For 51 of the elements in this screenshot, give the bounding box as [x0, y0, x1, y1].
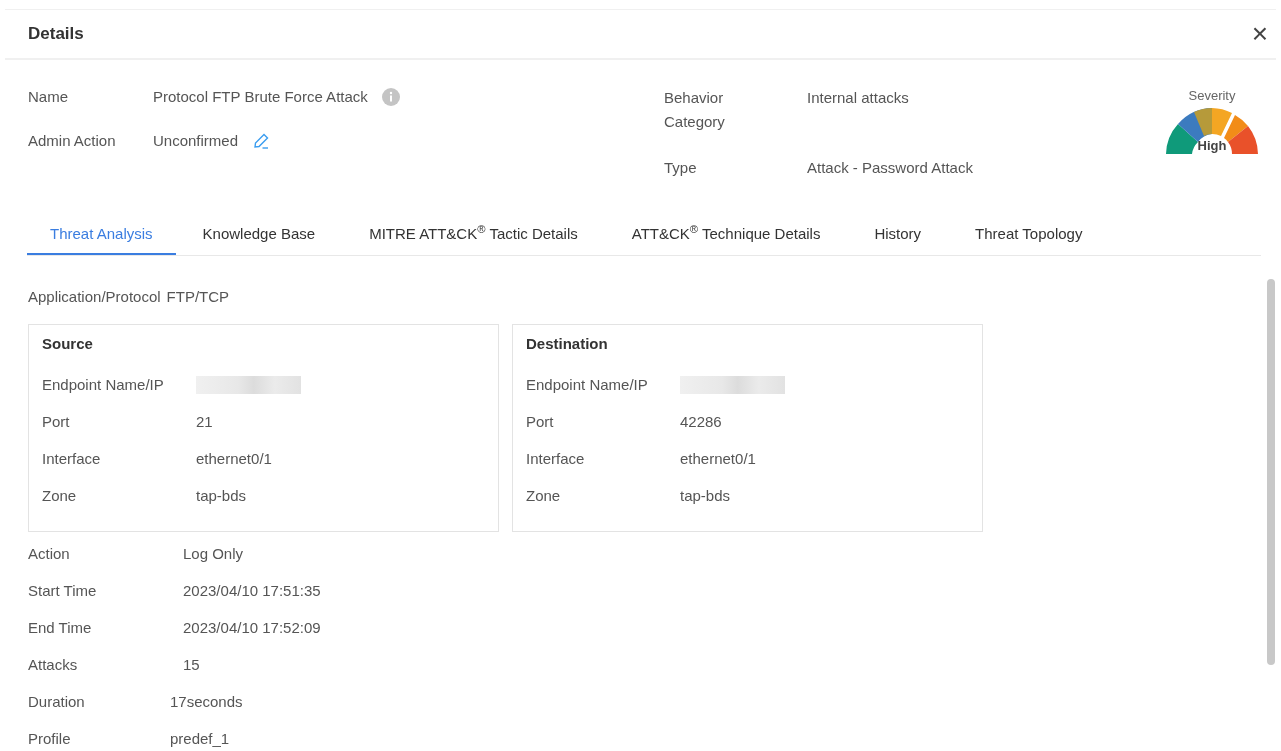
field-label: Attacks: [28, 654, 79, 675]
field-label: Interface: [42, 448, 102, 469]
field-value: ethernet0/1: [196, 448, 272, 469]
field-value: Protocol FTP Brute Force Attack: [153, 87, 368, 107]
field-value: Attack - Password Attack: [807, 158, 973, 178]
field-label: Behavior Category: [664, 88, 726, 132]
field-label: Admin Action: [28, 130, 117, 151]
field-label: Duration: [28, 691, 86, 712]
scrollbar[interactable]: [1267, 279, 1275, 665]
dialog-title: Details: [28, 23, 84, 46]
field-label: Port: [42, 411, 71, 432]
edit-icon[interactable]: [252, 131, 271, 150]
tab[interactable]: MITRE ATT&CK$^{®}$ Tactic Details: [342, 215, 605, 255]
field-label: Endpoint Name/IP: [42, 374, 165, 395]
tab[interactable]: History: [847, 215, 949, 255]
field-value: Log Only: [183, 543, 244, 564]
field-value: tap-bds: [196, 485, 247, 506]
field-value: 42286: [680, 411, 722, 432]
field-label: Type: [664, 158, 698, 178]
severity-value: High: [1196, 137, 1228, 155]
panel-title: Source: [42, 333, 94, 354]
field-label: Zone: [42, 485, 78, 506]
close-button[interactable]: ×: [1247, 20, 1272, 48]
field-label: Endpoint Name/IP: [526, 374, 649, 395]
field-label: Application/Protocol: [28, 287, 161, 307]
field-label: Name: [28, 87, 69, 107]
field-label: Zone: [526, 485, 562, 506]
field-value: 15: [183, 654, 200, 675]
tab[interactable]: Threat Topology: [948, 215, 1110, 255]
field-label: Action: [28, 543, 71, 564]
severity-label: Severity: [1188, 87, 1236, 105]
field-value: Internal attacks: [807, 88, 909, 108]
field-value: predef_1: [170, 728, 230, 749]
tab[interactable]: ATT&CK$^{®}$ Technique Details: [604, 215, 848, 255]
field-value: 2023/04/10 17:51:35: [183, 580, 321, 601]
field-label: Start Time: [28, 580, 98, 601]
field-value: Unconfirmed: [153, 130, 239, 151]
panel-title: Destination: [526, 333, 609, 354]
tab[interactable]: Knowledge Base: [175, 215, 343, 255]
field-value: ethernet0/1: [680, 448, 756, 469]
tab[interactable]: Threat Analysis: [27, 215, 176, 255]
info-icon: [381, 88, 400, 107]
field-value: 17seconds: [170, 691, 243, 712]
field-value: FTP/TCP: [166, 287, 230, 307]
field-value: 2023/04/10 17:52:09: [183, 617, 321, 638]
field-label: Interface: [526, 448, 586, 469]
field-value: tap-bds: [680, 485, 731, 506]
field-label: Port: [526, 411, 555, 432]
field-label: Profile: [28, 728, 72, 749]
field-value: 21: [196, 411, 213, 432]
field-label: End Time: [28, 617, 93, 638]
